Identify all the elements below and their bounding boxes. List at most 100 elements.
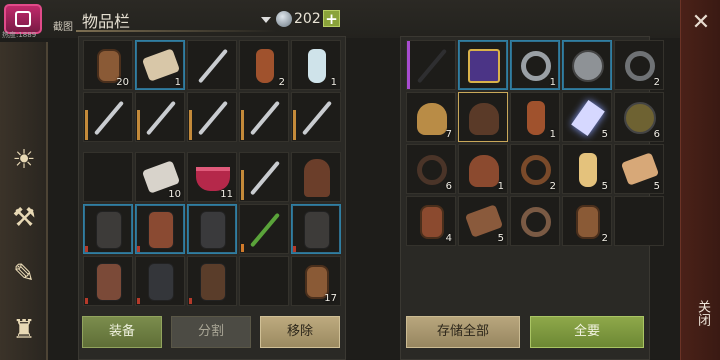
item-slot[interactable]: 6 (406, 144, 456, 194)
item-slot[interactable] (239, 204, 289, 254)
sidebar: ☀ ⚒ ✎ ♜ (0, 42, 48, 360)
sword-icon (93, 100, 125, 136)
item-slot[interactable] (135, 92, 185, 142)
item-slot[interactable]: 1 (458, 144, 508, 194)
item-slot[interactable]: 2 (510, 144, 560, 194)
bottle-icon (256, 49, 274, 83)
screenshot-label[interactable]: 截图 (53, 18, 73, 33)
scroll-quill-icon[interactable]: ✎ (6, 256, 42, 292)
gauntlet-icon (148, 211, 174, 249)
candle-icon (579, 153, 597, 187)
item-slot[interactable]: 10 (135, 152, 185, 202)
boots-icon (96, 263, 122, 301)
hammer-icon[interactable]: ⚒ (6, 200, 42, 236)
close-button[interactable]: 关闭 (693, 300, 712, 326)
item-slot[interactable] (239, 92, 289, 142)
item-slot[interactable] (291, 92, 341, 142)
item-count: 20 (116, 77, 129, 88)
durability-bar (293, 246, 296, 252)
item-slot[interactable] (187, 204, 237, 254)
item-slot[interactable]: 5 (614, 144, 664, 194)
currency-value: 202 (294, 11, 321, 27)
item-slot[interactable]: 11 (187, 152, 237, 202)
spellbook-icon (468, 49, 500, 83)
item-count: 5 (653, 181, 660, 192)
item-slot[interactable]: 5 (562, 92, 612, 142)
item-count: 1 (174, 77, 181, 88)
crystal-icon (571, 99, 605, 137)
empty-slot[interactable] (239, 256, 289, 306)
item-slot[interactable] (239, 152, 289, 202)
chain-icon (521, 207, 551, 237)
item-slot[interactable] (406, 40, 456, 90)
item-slot[interactable]: 1 (510, 92, 560, 142)
item-slot[interactable]: 5 (458, 196, 508, 246)
chevron-down-icon[interactable] (261, 17, 271, 23)
item-slot[interactable] (187, 256, 237, 306)
halberd-icon (197, 100, 229, 136)
item-slot[interactable]: 2 (562, 196, 612, 246)
durability-bar (241, 170, 244, 200)
durability-bar (137, 110, 140, 140)
item-slot[interactable]: 17 (291, 256, 341, 306)
item-slot[interactable] (291, 204, 341, 254)
item-count: 1 (549, 129, 556, 140)
sun-scroll-icon[interactable]: ☀ (6, 142, 42, 178)
item-slot[interactable] (562, 40, 612, 90)
item-slot[interactable] (458, 92, 508, 142)
remove-button[interactable]: 移除 (260, 316, 340, 348)
close-icon[interactable]: ✕ (689, 10, 713, 35)
item-count: 5 (601, 129, 608, 140)
item-count: 5 (497, 233, 504, 244)
item-slot[interactable] (187, 40, 237, 90)
item-count: 17 (324, 293, 337, 304)
item-slot[interactable] (187, 92, 237, 142)
item-slot[interactable]: 7 (406, 92, 456, 142)
top-header: 热度:1889 截图 物品栏 202 + (0, 0, 680, 39)
shackle-icon (521, 51, 551, 81)
item-slot[interactable]: 1 (510, 40, 560, 90)
item-count: 2 (601, 233, 608, 244)
item-count: 1 (330, 77, 337, 88)
item-slot[interactable] (458, 40, 508, 90)
durability-bar (293, 110, 296, 140)
add-currency-button[interactable]: + (323, 10, 340, 27)
item-slot[interactable]: 1 (135, 40, 185, 90)
potion-icon (308, 49, 326, 83)
character-icon[interactable]: ♜ (6, 312, 42, 348)
item-slot[interactable] (510, 196, 560, 246)
item-count: 11 (220, 189, 233, 200)
leg-armor-icon (148, 263, 174, 301)
item-count: 7 (445, 129, 452, 140)
item-count: 2 (653, 77, 660, 88)
take-all-button[interactable]: 全要 (530, 316, 644, 348)
item-slot[interactable] (135, 256, 185, 306)
split-button[interactable]: 分割 (171, 316, 251, 348)
item-slot[interactable] (83, 92, 133, 142)
item-slot[interactable]: 6 (614, 92, 664, 142)
barrel-icon (576, 205, 600, 239)
dagger-icon (249, 212, 281, 248)
equip-button[interactable]: 装备 (82, 316, 162, 348)
item-slot[interactable]: 4 (406, 196, 456, 246)
item-slot[interactable] (83, 204, 133, 254)
leg-armor-icon (200, 211, 226, 249)
title-underline (76, 30, 276, 32)
durability-bar (241, 110, 244, 140)
durability-bar (137, 298, 140, 304)
item-slot[interactable] (135, 204, 185, 254)
item-slot[interactable]: 20 (83, 40, 133, 90)
item-slot[interactable] (291, 152, 341, 202)
item-slot[interactable] (83, 256, 133, 306)
empty-slot[interactable] (83, 152, 133, 202)
sword-icon (301, 100, 333, 136)
page-title: 物品栏 (82, 12, 131, 31)
item-slot[interactable]: 5 (562, 144, 612, 194)
empty-slot[interactable] (614, 196, 664, 246)
item-slot[interactable]: 1 (291, 40, 341, 90)
item-slot[interactable]: 2 (239, 40, 289, 90)
grain-sack-icon (417, 103, 447, 135)
store-all-button[interactable]: 存储全部 (406, 316, 520, 348)
close-strip: ✕ 关闭 (680, 0, 720, 360)
item-slot[interactable]: 2 (614, 40, 664, 90)
